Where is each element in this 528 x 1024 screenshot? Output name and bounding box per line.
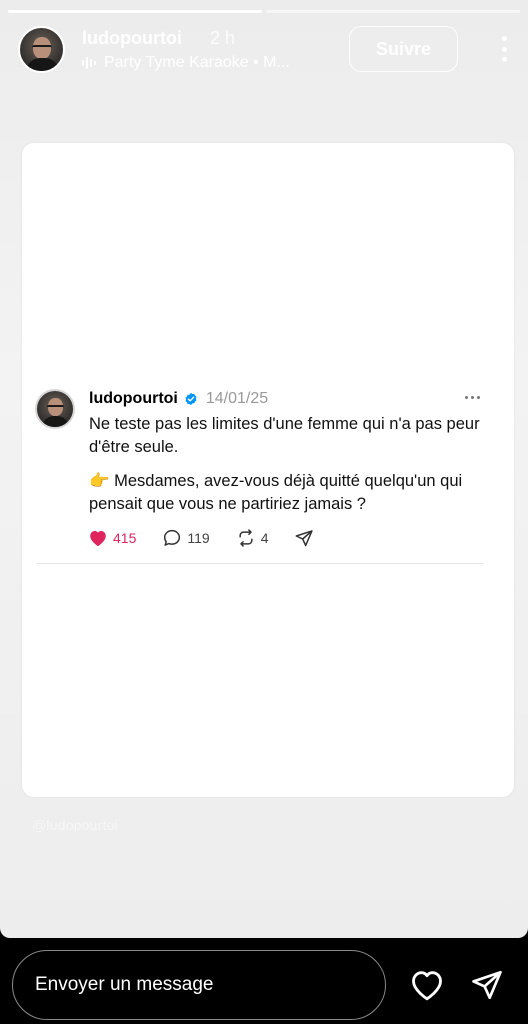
post-card: ludopourtoi 14/01/25 Ne teste pas les li… (22, 143, 514, 797)
more-options-icon[interactable] (498, 36, 510, 62)
post-actions: 415 119 4 (88, 527, 314, 549)
progress-segment-current (266, 10, 520, 13)
story-container: ludopourtoi 2 h Party Tyme Karaoke • M..… (0, 0, 528, 938)
like-action[interactable]: 415 (88, 529, 136, 547)
post-body: Ne teste pas les limites d'une femme qui… (89, 413, 489, 516)
progress-segment-completed (8, 10, 262, 13)
music-attribution[interactable]: Party Tyme Karaoke • M... (82, 54, 290, 72)
comment-count: 119 (187, 530, 210, 546)
username[interactable]: ludopourtoi (82, 28, 182, 49)
story-progress (8, 10, 520, 13)
time-ago: 2 h (210, 28, 236, 48)
message-input[interactable] (12, 950, 386, 1020)
story-header: ludopourtoi 2 h Party Tyme Karaoke • M..… (18, 26, 510, 76)
reply-bar (0, 938, 528, 1024)
send-message-icon[interactable] (469, 968, 505, 1002)
like-count: 415 (113, 530, 137, 546)
post-text-line-2: 👉 Mesdames, avez-vous déjà quitté quelqu… (89, 472, 463, 513)
post-date: 14/01/25 (205, 390, 269, 407)
post-avatar[interactable] (35, 389, 75, 429)
heart-outline-icon[interactable] (409, 968, 445, 1002)
repost-count: 4 (260, 530, 269, 546)
post-text-line-1: Ne teste pas les limites d'une femme qui… (89, 415, 480, 456)
heart-filled-icon (90, 531, 106, 547)
post-username[interactable]: ludopourtoi (89, 390, 178, 408)
post-header: ludopourtoi 14/01/25 (89, 389, 268, 409)
comment-bubble-icon (164, 529, 181, 546)
follow-button[interactable]: Suivre (349, 26, 458, 72)
verified-badge-icon (185, 392, 197, 406)
music-bars-icon (82, 56, 96, 70)
share-action[interactable] (294, 528, 314, 548)
watermark: @ludopourtoi (32, 817, 118, 833)
send-icon (296, 530, 314, 547)
post-more-icon[interactable] (465, 396, 480, 399)
music-label: Party Tyme Karaoke • M... (104, 54, 290, 71)
post-divider (36, 563, 484, 564)
repost-action[interactable]: 4 (236, 528, 269, 548)
comment-action[interactable]: 119 (162, 528, 210, 548)
repost-icon (239, 529, 253, 547)
avatar[interactable] (18, 26, 65, 73)
